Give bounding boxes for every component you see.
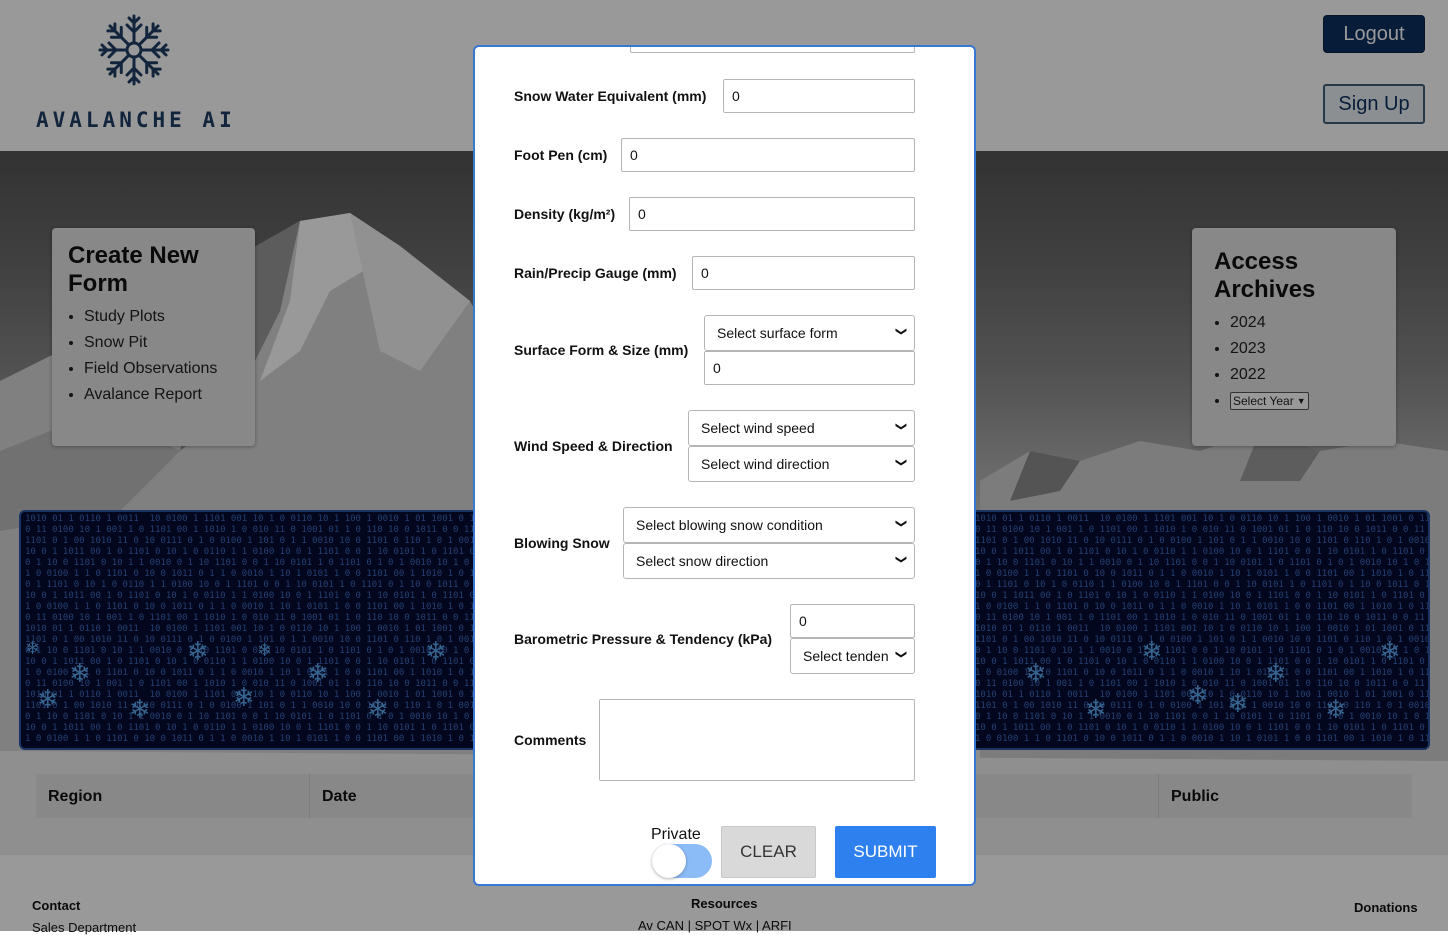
foot-pen-label: Foot Pen (cm): [514, 147, 608, 163]
density-input[interactable]: 0: [629, 197, 915, 231]
surface-form-select-value: Select surface form: [717, 325, 838, 341]
tendency-select[interactable]: Select tenden ❯: [790, 638, 915, 674]
previous-field-input[interactable]: [630, 47, 915, 53]
wind-direction-select-value: Select wind direction: [701, 456, 830, 472]
comments-textarea[interactable]: [599, 699, 915, 781]
chevron-down-icon: ❯: [894, 457, 907, 468]
wind-label: Wind Speed & Direction: [514, 438, 673, 454]
wind-direction-select[interactable]: Select wind direction ❯: [688, 446, 915, 482]
tendency-select-value: Select tenden: [803, 648, 889, 664]
chevron-down-icon: ❯: [894, 421, 907, 432]
blowing-snow-label: Blowing Snow: [514, 535, 610, 551]
private-toggle[interactable]: [652, 844, 712, 878]
chevron-down-icon: ❯: [894, 649, 907, 660]
toggle-knob: [652, 844, 686, 878]
barometric-input[interactable]: 0: [790, 604, 915, 638]
wind-speed-select-value: Select wind speed: [701, 420, 815, 436]
swe-input[interactable]: 0: [723, 79, 915, 113]
blowing-snow-select[interactable]: Select blowing snow condition ❯: [623, 507, 915, 543]
density-label: Density (kg/m²): [514, 206, 616, 222]
surface-form-select[interactable]: Select surface form ❯: [704, 315, 915, 351]
rain-gauge-input[interactable]: 0: [692, 256, 915, 290]
private-label: Private: [651, 826, 701, 843]
rain-gauge-label: Rain/Precip Gauge (mm): [514, 265, 677, 281]
submit-button[interactable]: SUBMIT: [835, 826, 936, 878]
wind-speed-select[interactable]: Select wind speed ❯: [688, 410, 915, 446]
observation-form-modal: Snow Water Equivalent (mm) 0 Foot Pen (c…: [473, 45, 976, 886]
chevron-down-icon: ❯: [894, 326, 907, 337]
clear-button[interactable]: CLEAR: [721, 826, 816, 878]
blowing-snow-select-value: Select blowing snow condition: [636, 517, 823, 533]
swe-label: Snow Water Equivalent (mm): [514, 88, 707, 104]
surface-size-input[interactable]: 0: [704, 351, 915, 385]
surface-form-label: Surface Form & Size (mm): [514, 342, 689, 358]
chevron-down-icon: ❯: [894, 518, 907, 529]
foot-pen-input[interactable]: 0: [621, 138, 915, 172]
snow-direction-select-value: Select snow direction: [636, 553, 769, 569]
comments-label: Comments: [514, 732, 587, 748]
chevron-down-icon: ❯: [894, 554, 907, 565]
snow-direction-select[interactable]: Select snow direction ❯: [623, 543, 915, 579]
barometric-label: Barometric Pressure & Tendency (kPa): [514, 631, 773, 647]
